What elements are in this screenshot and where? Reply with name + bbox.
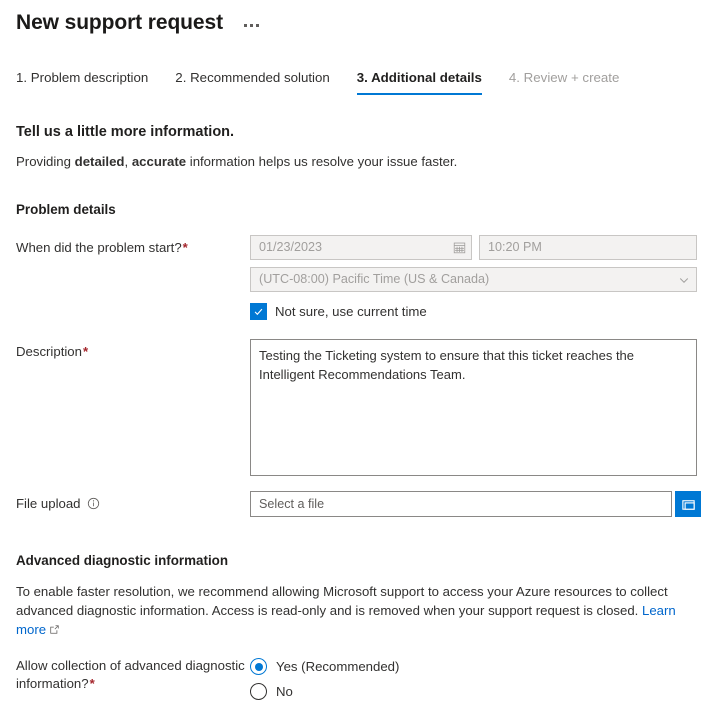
file-path-input[interactable]: Select a file — [250, 491, 672, 517]
radio-yes[interactable] — [250, 658, 267, 675]
section-title-advanced-diagnostics: Advanced diagnostic information — [16, 553, 229, 568]
more-options-icon[interactable] — [241, 20, 262, 31]
lead-sub-prefix: Providing — [16, 154, 75, 169]
fields-file-upload: Select a file — [250, 491, 701, 517]
form-row-description: Description* Testing the Ticketing syste… — [16, 339, 701, 476]
tab-problem-description[interactable]: 1. Problem description — [16, 70, 148, 95]
date-input[interactable]: 01/23/2023 — [250, 235, 472, 260]
browse-file-button[interactable] — [675, 491, 701, 517]
not-sure-checkbox-label: Not sure, use current time — [275, 304, 427, 319]
label-allow-diagnostics: Allow collection of advanced diagnostic … — [16, 657, 250, 693]
lead-sub-mid: , — [124, 154, 132, 169]
datetime-inputs: 01/23/2023 10:20 PM — [250, 235, 701, 260]
page-header: New support request — [0, 0, 717, 40]
radio-no-label: No — [276, 684, 293, 699]
required-indicator: * — [89, 676, 95, 691]
required-indicator: * — [82, 344, 89, 359]
file-upload-row: Select a file — [250, 491, 701, 517]
label-file-upload: File upload — [16, 491, 250, 513]
not-sure-checkbox[interactable] — [250, 303, 267, 320]
label-problem-start-text: When did the problem start? — [16, 240, 182, 255]
advanced-diagnostics-paragraph: To enable faster resolution, we recommen… — [16, 582, 688, 639]
tab-review-create: 4. Review + create — [508, 70, 620, 85]
lead-sub-suffix: information helps us resolve your issue … — [186, 154, 458, 169]
form-row-problem-start: When did the problem start?* 01/23/2023 — [16, 235, 701, 320]
info-icon[interactable] — [87, 497, 100, 510]
lead-heading: Tell us a little more information. — [16, 124, 235, 140]
section-title-problem-details: Problem details — [16, 202, 116, 217]
radio-row-no[interactable]: No — [250, 683, 701, 700]
external-link-icon[interactable] — [49, 624, 60, 635]
lead-sub-bold-detailed: detailed — [74, 154, 125, 169]
calendar-icon[interactable] — [447, 241, 471, 254]
label-allow-diagnostics-text: Allow collection of advanced diagnostic … — [16, 658, 245, 691]
file-path-placeholder: Select a file — [259, 496, 325, 511]
timezone-select[interactable]: (UTC-08:00) Pacific Time (US & Canada) — [250, 267, 697, 292]
tab-additional-details[interactable]: 3. Additional details — [356, 70, 482, 95]
description-textarea[interactable]: Testing the Ticketing system to ensure t… — [250, 339, 697, 476]
fields-description: Testing the Ticketing system to ensure t… — [250, 339, 701, 476]
lead-subtext: Providing detailed, accurate information… — [16, 153, 701, 171]
page-title: New support request — [16, 11, 223, 34]
tab-recommended-solution[interactable]: 2. Recommended solution — [175, 70, 329, 95]
form-row-allow-diagnostics: Allow collection of advanced diagnostic … — [16, 657, 701, 700]
label-problem-start: When did the problem start?* — [16, 235, 250, 257]
radio-no[interactable] — [250, 683, 267, 700]
required-indicator: * — [182, 240, 188, 255]
fields-problem-start: 01/23/2023 10:20 PM (UTC-08:00) Pacific … — [250, 235, 701, 320]
label-description: Description* — [16, 339, 250, 361]
date-input-value: 01/23/2023 — [259, 240, 323, 254]
allow-diagnostics-radio-group: Yes (Recommended) No — [250, 657, 701, 700]
chevron-down-icon[interactable] — [672, 274, 696, 286]
lead-sub-bold-accurate: accurate — [131, 154, 187, 169]
radio-row-yes[interactable]: Yes (Recommended) — [250, 658, 701, 675]
checkmark-icon — [254, 308, 263, 316]
timezone-select-value: (UTC-08:00) Pacific Time (US & Canada) — [259, 272, 490, 286]
label-description-text: Description — [16, 344, 82, 359]
advanced-paragraph-text: To enable faster resolution, we recommen… — [16, 584, 668, 618]
time-input[interactable]: 10:20 PM — [479, 235, 697, 260]
time-input-value: 10:20 PM — [488, 240, 542, 254]
not-sure-checkbox-row[interactable]: Not sure, use current time — [250, 303, 701, 320]
folder-open-icon — [681, 499, 695, 510]
wizard-tabs: 1. Problem description 2. Recommended so… — [0, 67, 717, 95]
label-file-upload-text: File upload — [16, 496, 81, 511]
form-content: Tell us a little more information. Provi… — [0, 122, 717, 700]
form-row-file-upload: File upload Select a file — [16, 491, 701, 517]
radio-yes-label: Yes (Recommended) — [276, 659, 400, 674]
